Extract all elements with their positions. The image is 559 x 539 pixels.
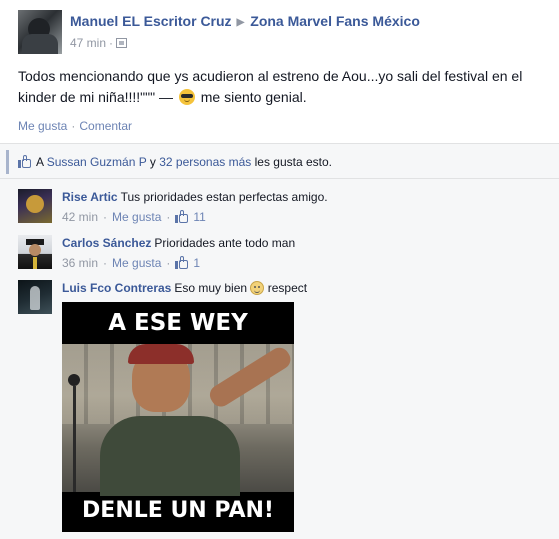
meme-image[interactable]: A ESE WEY DENLE UN PAN!	[62, 302, 294, 532]
author-name-link[interactable]: Manuel EL Escritor Cruz	[70, 13, 232, 29]
comment-timestamp[interactable]: 36 min	[62, 256, 98, 270]
post-actions: Me gusta · Comentar	[18, 119, 132, 133]
comment-text: Eso muy bien	[174, 281, 248, 295]
commenter-avatar[interactable]	[18, 235, 52, 269]
comment-body: Rise Artic Tus prioridades estan perfecta…	[62, 189, 328, 205]
audience-icon[interactable]	[116, 38, 128, 48]
post-timestamp[interactable]: 47 min	[70, 36, 106, 50]
thumbs-up-icon	[175, 256, 189, 269]
author-avatar[interactable]	[18, 10, 62, 54]
comment-like-button[interactable]: Me gusta	[112, 256, 161, 270]
commenter-avatar[interactable]	[18, 189, 52, 223]
facebook-post: Manuel EL Escritor Cruz ▶ Zona Marvel Fans…	[0, 0, 559, 539]
thumbs-up-icon	[18, 155, 31, 168]
post-header: Manuel EL Escritor Cruz ▶ Zona Marvel Fans…	[18, 10, 548, 56]
comment-meta: 42 min · Me gusta · 11	[62, 210, 206, 224]
comment-like-button[interactable]: Me gusta	[112, 210, 161, 224]
post-body-end: me siento genial.	[200, 89, 307, 105]
comment-button[interactable]: Comentar	[79, 119, 132, 133]
likes-summary: A Sussan Guzmán P y 32 personas más les …	[0, 144, 559, 179]
likes-bar	[6, 150, 9, 174]
comment-text: Tus prioridades estan perfectas amigo.	[120, 190, 328, 204]
like-button[interactable]: Me gusta	[18, 119, 67, 133]
meta-separator: ·	[109, 36, 114, 50]
sunglasses-emoji-icon	[178, 89, 195, 105]
comment-timestamp[interactable]: 42 min	[62, 210, 98, 224]
caret-right-icon: ▶	[236, 17, 245, 28]
meme-bottom-caption: DENLE UN PAN!	[82, 498, 274, 523]
others-likes-link[interactable]: 32 personas más	[159, 155, 251, 169]
actions-separator: ·	[71, 119, 76, 133]
comment-like-count[interactable]: 1	[193, 256, 200, 270]
likes-prefix: A	[36, 155, 44, 169]
thumbs-up-icon	[175, 210, 189, 223]
post-text: Todos mencionando que ys acudieron al es…	[18, 66, 538, 108]
commenter-avatar[interactable]	[18, 280, 52, 314]
post-title: Manuel EL Escritor Cruz ▶ Zona Marvel Fans…	[70, 13, 420, 29]
meme-top-caption: A ESE WEY	[108, 310, 248, 336]
meme-photo	[62, 343, 294, 496]
comment-item: Rise Artic Tus prioridades estan perfecta…	[18, 189, 548, 229]
likes-suffix: les gusta esto.	[254, 155, 333, 169]
smile-emoji-icon	[250, 281, 265, 295]
commenter-name-link[interactable]: Rise Artic	[62, 190, 118, 204]
liker-name-link[interactable]: Sussan Guzmán P	[47, 155, 147, 169]
comment-meta: 36 min · Me gusta · 1	[62, 256, 201, 270]
comment-like-count[interactable]: 11	[193, 210, 205, 224]
comment-text: Prioridades ante todo man	[154, 236, 296, 250]
likes-summary-text: A Sussan Guzmán P y 32 personas más les …	[18, 155, 332, 169]
post-meta: 47 min ·	[70, 36, 128, 50]
comment-item: Carlos Sánchez Prioridades ante todo man …	[18, 235, 548, 275]
likes-connector: y	[149, 155, 156, 169]
group-name-link[interactable]: Zona Marvel Fans México	[250, 13, 420, 29]
comment-body: Luis Fco Contreras Eso muy bien respect	[62, 280, 307, 296]
commenter-name-link[interactable]: Luis Fco Contreras	[62, 281, 171, 295]
commenter-name-link[interactable]: Carlos Sánchez	[62, 236, 151, 250]
comment-body: Carlos Sánchez Prioridades ante todo man	[62, 235, 295, 251]
comment-text-end: respect	[267, 281, 308, 295]
